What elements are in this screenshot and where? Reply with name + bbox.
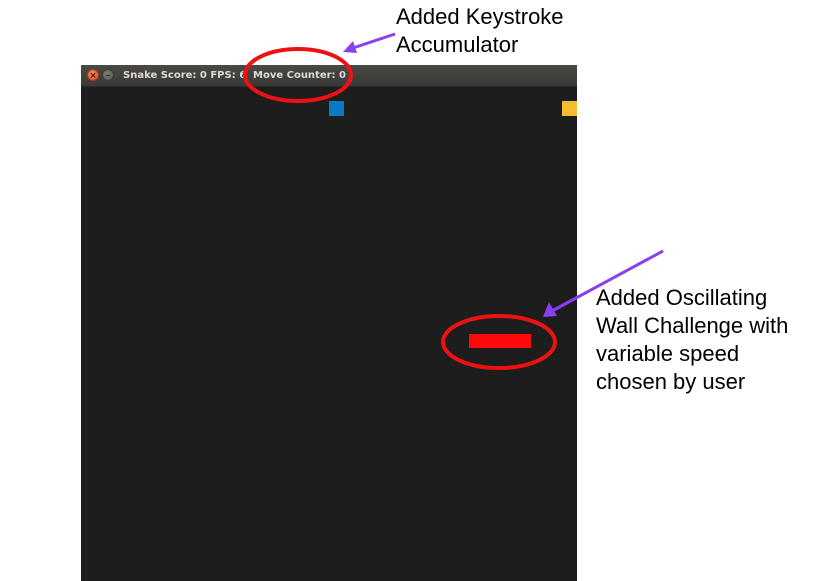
keystroke-accumulator-note: Added Keystroke Accumulator [396, 3, 564, 59]
keystroke-note-line: Accumulator [396, 32, 519, 57]
keystroke-note-line: Added Keystroke [396, 4, 564, 29]
game-canvas[interactable] [81, 87, 577, 581]
title-move-counter: Move Counter: 0 [253, 70, 346, 81]
snake-head [329, 101, 344, 116]
minimize-window-button[interactable]: – [102, 69, 114, 81]
food-item [562, 101, 577, 116]
oscillating-wall-note: Added Oscillating Wall Challenge with va… [596, 284, 788, 396]
wall-note-line: chosen by user [596, 369, 746, 394]
close-window-button[interactable]: × [87, 69, 99, 81]
wall-note-line: variable speed [596, 341, 740, 366]
keystroke-arrow [343, 32, 396, 53]
snake-game-window: × – Snake Score: 0 FPS: 6 Move Counter: … [81, 65, 577, 581]
oscillating-wall [469, 334, 531, 348]
window-titlebar[interactable]: × – Snake Score: 0 FPS: 6 Move Counter: … [81, 65, 577, 87]
title-score-fps: Snake Score: 0 FPS: 6 [123, 70, 247, 81]
wall-note-line: Added Oscillating [596, 285, 768, 310]
wall-note-line: Wall Challenge with [596, 313, 789, 338]
